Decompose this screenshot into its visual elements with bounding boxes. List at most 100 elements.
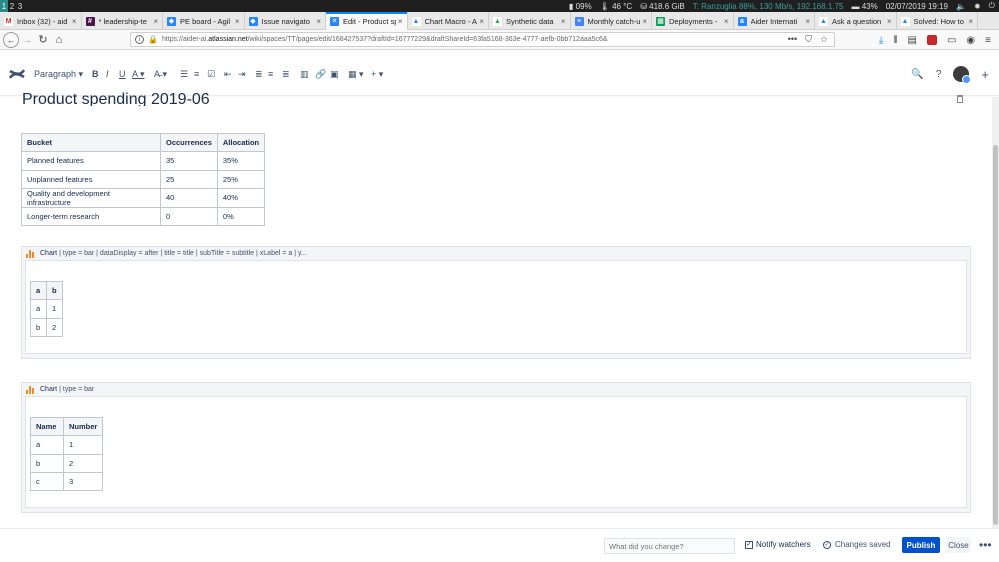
browser-tab[interactable]: a Aider Internati × <box>734 12 815 30</box>
table-header-cell[interactable]: Bucket <box>21 132 161 153</box>
table-icon[interactable]: ▦ ▾ <box>348 68 364 80</box>
table-cell[interactable]: 35% <box>216 151 266 171</box>
browser-tab[interactable]: M Inbox (32) - aid × <box>0 12 82 30</box>
extension-icon[interactable] <box>926 35 937 45</box>
task-list-icon[interactable]: ☑ <box>207 68 215 80</box>
table-cell[interactable]: Longer-term research <box>21 206 161 227</box>
pocket-icon[interactable]: ⛉ <box>805 34 812 45</box>
table-cell[interactable]: Quality and development infrastructure <box>21 187 161 208</box>
macro-body[interactable]: a b a1 b2 <box>25 260 967 354</box>
trash-icon[interactable] <box>957 95 963 103</box>
back-button[interactable]: ← <box>3 31 19 48</box>
close-tab-icon[interactable]: × <box>561 17 566 26</box>
workspace-3[interactable]: 3 <box>16 0 24 12</box>
browser-tab[interactable]: ▲ Chart Macro - A × <box>408 12 489 30</box>
download-icon[interactable]: ⤓ <box>879 35 883 46</box>
macro-header[interactable]: Chart | type = bar <box>22 383 970 396</box>
table-cell[interactable]: 1 <box>62 435 104 455</box>
indent-icon[interactable]: ⇥ <box>238 68 246 80</box>
table-cell[interactable]: Unplanned features <box>21 169 161 189</box>
browser-tab[interactable]: ≡ Monthly catch-u × <box>571 12 652 30</box>
close-button[interactable]: Close <box>946 537 971 553</box>
browser-tab[interactable]: ▲ Synthetic data × <box>489 12 571 30</box>
table-cell[interactable]: 40% <box>216 187 266 208</box>
page-title[interactable]: Product spending 2019-06 <box>22 88 210 106</box>
account-icon[interactable]: ◉ <box>966 35 975 46</box>
table-cell[interactable]: 40 <box>160 187 218 208</box>
align-left-icon[interactable]: ≣ <box>255 68 263 80</box>
table-cell[interactable]: a <box>30 299 47 319</box>
table-cell[interactable]: 2 <box>62 453 104 473</box>
bookmark-star-icon[interactable]: ☆ <box>820 34 828 45</box>
table-cell[interactable]: 0 <box>160 206 218 227</box>
page-layout-icon[interactable]: ▥ <box>300 68 309 80</box>
more-actions-button[interactable]: ••• <box>979 538 992 552</box>
checkbox-checked-icon[interactable]: ✓ <box>745 540 753 549</box>
table-cell[interactable]: a <box>30 435 64 455</box>
close-tab-icon[interactable]: × <box>316 17 321 26</box>
library-icon[interactable]: ⫴ <box>893 35 897 46</box>
url-text[interactable]: https://aider-ai.atlassian.net/wiki/spac… <box>162 36 608 43</box>
close-tab-icon[interactable]: × <box>153 17 158 26</box>
chart-macro[interactable]: Chart | type = bar | dataDisplay = after… <box>21 246 971 359</box>
browser-tab[interactable]: ▲ Solved: How to × <box>897 12 978 30</box>
page-actions-icon[interactable]: ••• <box>788 34 797 45</box>
close-tab-icon[interactable]: × <box>642 17 647 26</box>
brightness-icon[interactable]: ✹ <box>974 2 981 11</box>
notify-watchers-checkbox[interactable]: ✓ Notify watchers <box>745 540 811 549</box>
add-collaborator-icon[interactable]: + <box>981 67 989 82</box>
volume-icon[interactable]: 🔈 <box>956 2 966 11</box>
close-tab-icon[interactable]: × <box>887 17 892 26</box>
home-button[interactable]: ⌂ <box>51 32 67 48</box>
bullet-list-icon[interactable]: ☰ <box>180 68 188 80</box>
spending-table[interactable]: Bucket Occurrences Allocation Planned fe… <box>21 132 266 227</box>
table-cell[interactable]: 25% <box>216 169 266 189</box>
chart-macro[interactable]: Chart | type = bar Name Number a1 b2 c3 <box>21 382 971 513</box>
close-tab-icon[interactable]: × <box>72 17 77 26</box>
text-color-button[interactable]: A ▾ <box>132 68 145 80</box>
table-cell[interactable]: 35 <box>160 151 218 171</box>
url-bar[interactable]: i 🔒 https://aider-ai.atlassian.net/wiki/… <box>130 32 835 47</box>
scrollbar[interactable] <box>992 97 999 528</box>
link-icon[interactable]: 🔗 <box>315 68 326 80</box>
close-tab-icon[interactable]: × <box>724 17 729 26</box>
image-icon[interactable]: ▣ <box>330 68 339 80</box>
table-cell[interactable]: c <box>30 471 64 492</box>
browser-tab[interactable]: ▦ Deployments - × <box>652 12 734 30</box>
numbered-list-icon[interactable]: ≡ <box>194 68 199 80</box>
table-cell[interactable]: 1 <box>46 299 63 319</box>
underline-button[interactable]: U <box>119 68 126 80</box>
menu-icon[interactable]: ≡ <box>985 35 991 46</box>
table-cell[interactable]: 3 <box>62 471 104 492</box>
table-header-cell[interactable]: Allocation <box>216 132 266 153</box>
table-cell[interactable]: Planned features <box>21 151 161 171</box>
table-cell[interactable]: 2 <box>46 317 63 337</box>
confluence-logo-icon[interactable] <box>9 66 25 82</box>
close-tab-icon[interactable]: × <box>235 17 240 26</box>
browser-tab[interactable]: ▲ Ask a question × <box>815 12 897 30</box>
info-icon[interactable]: i <box>135 35 144 44</box>
table-header-cell[interactable]: Name <box>30 416 64 437</box>
browser-tab[interactable]: ◆ PE board - Agil × <box>163 12 245 30</box>
power-icon[interactable]: ⏻ <box>989 1 995 11</box>
help-icon[interactable]: ? <box>936 69 942 80</box>
align-right-icon[interactable]: ≣ <box>282 68 290 80</box>
sidebar-icon[interactable]: ▤ <box>908 35 917 46</box>
close-tab-icon[interactable]: × <box>398 17 403 26</box>
browser-tab[interactable]: ✕ Edit - Product sp × <box>326 12 408 30</box>
change-description-input[interactable] <box>604 538 735 554</box>
table-cell[interactable]: 25 <box>160 169 218 189</box>
italic-button[interactable]: I <box>106 68 109 80</box>
browser-tab[interactable]: ◆ Issue navigato × <box>245 12 326 30</box>
workspace-1[interactable]: 1 <box>0 0 8 12</box>
close-tab-icon[interactable]: × <box>479 17 484 26</box>
table-header-cell[interactable]: b <box>46 280 63 301</box>
table-cell[interactable]: b <box>30 453 64 473</box>
table-header-cell[interactable]: Number <box>62 416 104 437</box>
table-cell[interactable]: b <box>30 317 47 337</box>
outdent-icon[interactable]: ⇤ <box>224 68 232 80</box>
avatar[interactable] <box>953 66 972 84</box>
table-header-cell[interactable]: Occurrences <box>160 132 218 153</box>
search-icon[interactable]: 🔍 <box>911 69 923 80</box>
bold-button[interactable]: B <box>92 68 99 80</box>
